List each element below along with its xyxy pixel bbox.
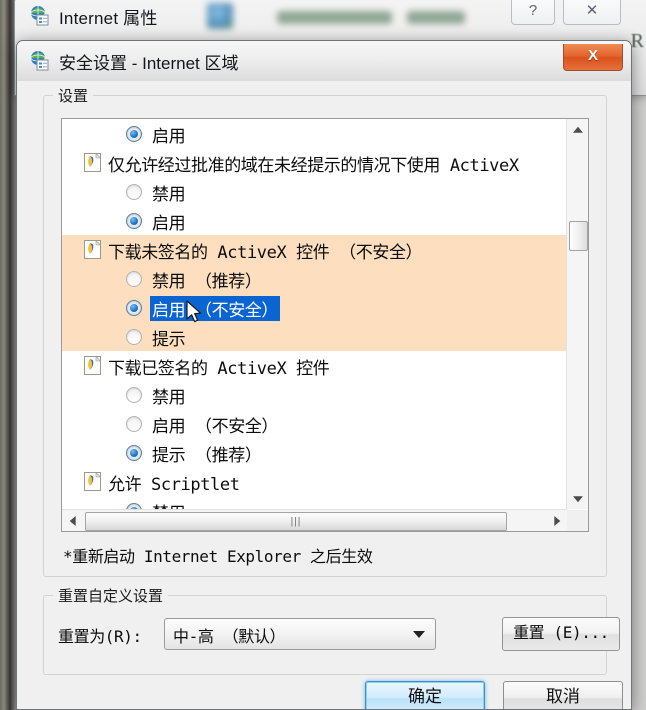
settings-option-row[interactable]: 禁用 <box>62 496 567 509</box>
settings-option-row[interactable]: 禁用 （推荐） <box>62 264 567 293</box>
settings-category-label: 下载未签名的 ActiveX 控件 （不安全） <box>108 243 423 263</box>
list-rows: 启用 仅允许经过批准的域在未经提示的情况下使用 ActiveX 禁用 启用 下载未签名的… <box>62 119 567 509</box>
settings-category-label: 允许 Scriptlet <box>108 475 240 495</box>
settings-option-label[interactable]: 启用 <box>150 209 187 234</box>
dialog-title: 安全设置 - Internet 区域 <box>59 54 239 73</box>
background-window-title: Internet 属性 <box>59 9 158 28</box>
settings-option-label[interactable]: 禁用 （推荐） <box>150 267 263 292</box>
reset-custom-settings-groupbox: 重置自定义设置 重置为(R): 中-高 （默认） 重置 (E)... <box>43 585 620 675</box>
scrollbar-grip: ||| <box>290 516 302 527</box>
internet-properties-icon <box>29 50 51 72</box>
settings-option-radio[interactable] <box>126 387 142 403</box>
reset-to-label: 重置为(R): <box>58 627 142 646</box>
vertical-scrollbar-thumb[interactable] <box>569 221 588 251</box>
settings-category-label: 下载已签名的 ActiveX 控件 <box>108 359 330 379</box>
settings-option-label[interactable]: 启用 <box>150 122 187 147</box>
horizontal-scrollbar-thumb[interactable]: ||| <box>85 512 507 531</box>
settings-option-row[interactable]: 启用 <box>62 206 567 235</box>
background-edge-text: R <box>630 30 644 52</box>
settings-option-label[interactable]: 启用 （不安全） <box>150 412 280 437</box>
settings-groupbox: 设置 启用 仅允许经过批准的域在未经提示的情况下使用 ActiveX 禁用 启用 下载未… <box>43 85 607 577</box>
settings-option-row[interactable]: 禁用 <box>62 177 567 206</box>
close-icon[interactable]: X <box>563 44 623 71</box>
horizontal-scrollbar[interactable]: ||| <box>62 509 567 531</box>
settings-option-radio[interactable] <box>126 271 142 287</box>
settings-option-label[interactable]: 提示 <box>150 325 187 350</box>
restart-note: *重新启动 Internet Explorer 之后生效 <box>63 547 373 566</box>
settings-option-row[interactable]: 禁用 <box>62 380 567 409</box>
background-close-button[interactable]: ✕ <box>563 0 621 25</box>
internet-properties-icon <box>29 5 51 27</box>
cancel-button[interactable]: 取消 <box>503 681 623 709</box>
chevron-up-icon <box>572 126 583 133</box>
background-window-titlebar: Internet 属性 ? ✕ <box>15 0 646 37</box>
setting-category-icon <box>84 152 102 172</box>
scroll-up-button[interactable] <box>567 119 588 140</box>
reset-button[interactable]: 重置 (E)... <box>502 617 620 651</box>
scrollbar-corner <box>567 510 588 531</box>
settings-category-row[interactable]: 下载已签名的 ActiveX 控件 <box>62 351 567 380</box>
setting-category-icon <box>84 471 102 491</box>
settings-category-row[interactable]: 允许 Scriptlet <box>62 467 567 496</box>
settings-option-label[interactable]: 禁用 <box>150 383 187 408</box>
settings-category-label: 仅允许经过批准的域在未经提示的情况下使用 ActiveX <box>108 156 519 176</box>
settings-option-radio[interactable] <box>126 329 142 345</box>
settings-category-row[interactable]: 下载未签名的 ActiveX 控件 （不安全） <box>62 235 567 264</box>
vertical-scrollbar[interactable] <box>566 119 588 509</box>
scroll-down-button[interactable] <box>567 488 588 509</box>
settings-option-label[interactable]: 禁用 <box>150 499 187 509</box>
ok-button[interactable]: 确定 <box>365 681 485 709</box>
ghost-text-block <box>277 11 392 24</box>
settings-option-radio[interactable] <box>126 184 142 200</box>
chevron-down-icon <box>413 631 425 638</box>
reset-level-dropdown[interactable]: 中-高 （默认） <box>164 618 436 650</box>
settings-option-row[interactable]: 启用 （不安全） <box>62 293 567 322</box>
settings-option-label[interactable]: 禁用 <box>150 180 187 205</box>
security-settings-dialog: 安全设置 - Internet 区域 X 设置 启用仅允许经过批准的域在未经提示… <box>16 40 632 710</box>
settings-option-radio[interactable] <box>126 445 142 461</box>
background-help-button[interactable]: ? <box>511 0 555 25</box>
scroll-right-button[interactable] <box>546 510 567 531</box>
chevron-down-icon <box>572 495 583 502</box>
list-viewport: 启用 仅允许经过批准的域在未经提示的情况下使用 ActiveX 禁用 启用 下载未签名的… <box>62 119 567 509</box>
settings-category-row[interactable]: 仅允许经过批准的域在未经提示的情况下使用 ActiveX <box>62 148 567 177</box>
reset-level-value: 中-高 （默认） <box>173 627 286 646</box>
settings-option-label[interactable]: 提示 （推荐） <box>150 441 263 466</box>
settings-option-row[interactable]: 提示 （推荐） <box>62 438 567 467</box>
setting-category-icon <box>84 239 102 259</box>
settings-option-row[interactable]: 启用 （不安全） <box>62 409 567 438</box>
ghost-text-block <box>407 11 465 24</box>
settings-option-radio[interactable] <box>126 416 142 432</box>
security-settings-list[interactable]: 启用 仅允许经过批准的域在未经提示的情况下使用 ActiveX 禁用 启用 下载未签名的… <box>61 118 589 532</box>
chevron-left-icon <box>69 515 76 526</box>
dialog-titlebar[interactable]: 安全设置 - Internet 区域 X <box>17 41 631 81</box>
dialog-body: 设置 启用 仅允许经过批准的域在未经提示的情况下使用 ActiveX 禁用 启用 下载未… <box>17 81 631 709</box>
settings-option-row[interactable]: 提示 <box>62 322 567 351</box>
ghost-icon <box>207 3 233 29</box>
scroll-left-button[interactable] <box>62 510 83 531</box>
settings-option-radio[interactable] <box>126 300 142 316</box>
settings-option-radio[interactable] <box>126 126 142 142</box>
settings-option-label[interactable]: 启用 （不安全） <box>150 296 281 321</box>
reset-group-label: 重置自定义设置 <box>53 585 169 606</box>
chevron-right-icon <box>553 515 560 526</box>
settings-option-row[interactable]: 启用 <box>62 119 567 148</box>
settings-group-label: 设置 <box>53 85 94 106</box>
settings-option-radio[interactable] <box>126 213 142 229</box>
setting-category-icon <box>84 355 102 375</box>
